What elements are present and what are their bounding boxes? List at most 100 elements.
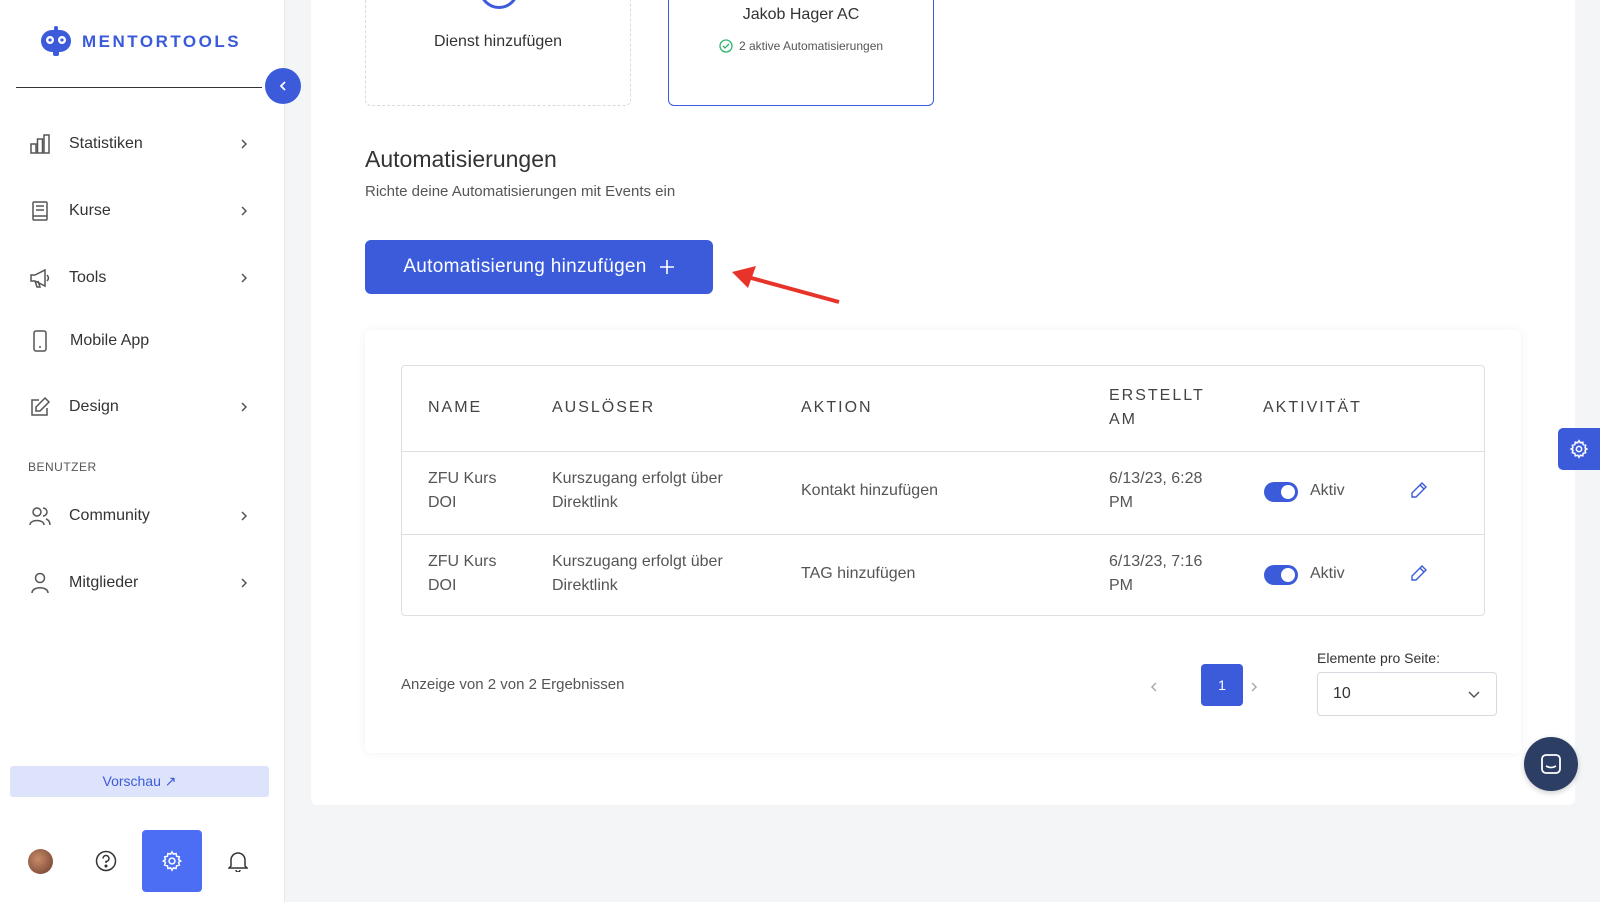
cell-status: Aktiv	[1310, 565, 1345, 582]
activity-toggle[interactable]	[1264, 482, 1298, 502]
help-icon	[95, 850, 117, 872]
chevron-right-icon	[241, 511, 248, 521]
help-button[interactable]	[76, 830, 136, 892]
sidebar-item-label: Mitglieder	[69, 574, 139, 591]
chevron-down-icon	[1468, 691, 1480, 699]
automations-panel: NAME AUSLÖSER AKTION ERSTELLT AM AKTIVIT…	[365, 330, 1521, 753]
chevron-right-icon	[241, 402, 248, 412]
page-subtitle: Richte deine Automatisierungen mit Event…	[365, 183, 676, 200]
cell-trigger: Kurszugang erfolgt über Direktlink	[552, 550, 723, 598]
avatar[interactable]	[28, 849, 53, 874]
cell-status: Aktiv	[1310, 482, 1345, 499]
service-status: 2 aktive Automatisierungen	[669, 39, 933, 53]
table-header: NAME AUSLÖSER AKTION ERSTELLT AM AKTIVIT…	[402, 366, 1484, 452]
annotation-arrow	[732, 266, 840, 304]
main-content: Dienst hinzufügen Jakob Hager AC 2 aktiv…	[311, 0, 1575, 805]
check-circle-icon	[719, 39, 733, 53]
sidebar-item-label: Statistiken	[69, 135, 143, 152]
cell-created-line1: 6/13/23, 6:28	[1109, 470, 1203, 487]
chevron-right-icon	[241, 578, 248, 588]
chevron-right-icon	[241, 206, 248, 216]
cell-created-line1: 6/13/23, 7:16	[1109, 553, 1203, 570]
pagination-page-1[interactable]: 1	[1201, 664, 1243, 706]
service-title: Jakob Hager AC	[742, 6, 860, 23]
column-header-name[interactable]: NAME	[428, 396, 482, 420]
chevron-left-icon	[279, 81, 286, 91]
add-automation-button[interactable]: Automatisierung hinzufügen	[365, 240, 713, 294]
sidebar-divider	[16, 87, 262, 88]
add-service-card[interactable]: Dienst hinzufügen	[365, 0, 631, 106]
preview-button[interactable]: Vorschau ↗	[10, 766, 269, 797]
service-status-text: 2 aktive Automatisierungen	[738, 39, 884, 53]
logo[interactable]: MENTORTOOLS	[38, 24, 241, 60]
user-icon	[28, 571, 52, 595]
per-page-value: 10	[1333, 685, 1351, 702]
cell-name-line1: ZFU Kurs	[428, 553, 497, 570]
service-card-active[interactable]: Jakob Hager AC 2 aktive Automatisierunge…	[668, 0, 934, 106]
pagination-prev-button[interactable]	[1139, 667, 1169, 707]
sidebar-item-label: Mobile App	[70, 332, 150, 349]
book-icon	[28, 199, 52, 223]
notifications-button[interactable]	[208, 830, 268, 892]
add-automation-label: Automatisierung hinzufügen	[403, 256, 647, 277]
edit-pencil-icon[interactable]	[1410, 481, 1428, 499]
sidebar-bottom-bar	[0, 830, 285, 892]
cell-name-line1: ZFU Kurs	[428, 470, 497, 487]
section-label-benutzer: BENUTZER	[28, 460, 97, 474]
phone-icon	[28, 329, 52, 353]
sidebar-item-tools[interactable]: Tools	[28, 260, 250, 296]
cell-action: TAG hinzufügen	[801, 565, 916, 582]
column-header-created[interactable]: ERSTELLT AM	[1109, 384, 1205, 432]
sidebar-item-design[interactable]: Design	[28, 389, 250, 425]
chevron-right-icon	[1251, 682, 1258, 692]
sidebar-item-mobile-app[interactable]: Mobile App	[28, 323, 250, 359]
sidebar-item-label: Design	[69, 398, 119, 415]
column-header-created-line2: AM	[1109, 411, 1137, 428]
sidebar-item-statistiken[interactable]: Statistiken	[28, 126, 250, 162]
chat-launcher-button[interactable]	[1524, 737, 1578, 791]
chat-icon	[1541, 754, 1561, 774]
column-header-action[interactable]: AKTION	[801, 396, 873, 420]
sidebar: MENTORTOOLS Statistiken Kurse Tools Mobi…	[0, 0, 285, 902]
activity-toggle[interactable]	[1264, 565, 1298, 585]
cell-name: ZFU Kurs DOI	[428, 550, 496, 598]
cell-name: ZFU Kurs DOI	[428, 467, 496, 515]
chevron-right-icon	[241, 139, 248, 149]
settings-button[interactable]	[142, 830, 202, 892]
table-row: ZFU Kurs DOI Kurszugang erfolgt über Dir…	[402, 452, 1484, 534]
chevron-left-icon	[1150, 682, 1157, 692]
bell-icon	[228, 852, 248, 872]
cell-name-line2: DOI	[428, 494, 457, 511]
page-title: Automatisierungen	[365, 146, 557, 172]
users-icon	[28, 504, 52, 528]
cell-trigger-line1: Kurszugang erfolgt über	[552, 553, 723, 570]
sidebar-item-community[interactable]: Community	[28, 498, 250, 534]
megaphone-icon	[28, 266, 52, 290]
column-header-trigger[interactable]: AUSLÖSER	[552, 396, 655, 420]
gear-icon	[1569, 439, 1589, 459]
table-row: ZFU Kurs DOI Kurszugang erfolgt über Dir…	[402, 534, 1484, 616]
cell-created: 6/13/23, 7:16 PM	[1109, 550, 1202, 598]
per-page-select[interactable]: 10	[1317, 672, 1497, 716]
cell-created-line2: PM	[1109, 577, 1133, 594]
plus-icon	[659, 260, 674, 274]
chevron-right-icon	[241, 273, 248, 283]
edit-pencil-icon[interactable]	[1410, 564, 1428, 582]
cell-trigger: Kurszugang erfolgt über Direktlink	[552, 467, 723, 515]
cell-created-line2: PM	[1109, 494, 1133, 511]
sidebar-item-mitglieder[interactable]: Mitglieder	[28, 565, 250, 601]
bar-chart-icon	[28, 132, 52, 156]
add-circle-icon	[479, 0, 519, 9]
results-count: Anzeige von 2 von 2 Ergebnissen	[401, 676, 625, 693]
sidebar-collapse-button[interactable]	[265, 68, 301, 104]
floating-settings-button[interactable]	[1558, 428, 1600, 470]
sidebar-item-label: Community	[69, 507, 150, 524]
robot-logo-icon	[41, 26, 71, 56]
pagination-next-button[interactable]	[1239, 667, 1269, 707]
sidebar-item-label: Kurse	[69, 202, 111, 219]
column-header-activity[interactable]: AKTIVITÄT	[1263, 396, 1362, 420]
cell-name-line2: DOI	[428, 577, 457, 594]
sidebar-item-kurse[interactable]: Kurse	[28, 193, 250, 229]
pencil-square-icon	[28, 395, 52, 419]
column-header-created-line1: ERSTELLT	[1109, 387, 1205, 404]
